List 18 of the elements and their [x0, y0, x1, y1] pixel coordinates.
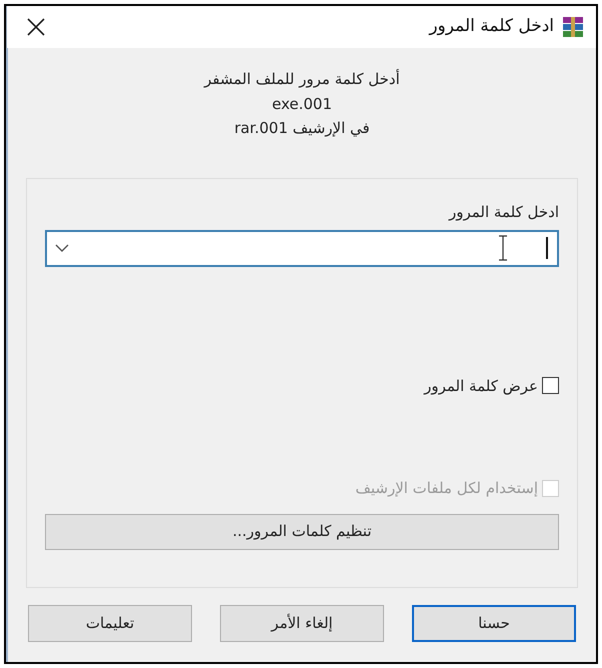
- checkbox[interactable]: [542, 377, 559, 394]
- archive-app-icon: [562, 16, 584, 38]
- checkbox-label: عرض كلمة المرور: [424, 376, 538, 397]
- field-label: ادخل كلمة المرور: [447, 202, 559, 223]
- message-line: exe.001: [272, 94, 332, 114]
- dialog-button[interactable]: تعليمات: [28, 605, 192, 642]
- password-combo-field[interactable]: [45, 230, 559, 266]
- window-title: ادخل كلمة المرور: [429, 15, 554, 38]
- dialog-button[interactable]: إلغاء الأمر: [220, 605, 384, 642]
- chevron-down-icon[interactable]: [55, 243, 69, 253]
- checkbox-label: إستخدام لكل ملفات الإرشيف: [355, 478, 538, 499]
- close-icon: [26, 17, 46, 37]
- message-line: أدخل كلمة مرور للملف المشفر: [204, 68, 400, 90]
- message-line: في الإرشيف rar.001: [234, 118, 370, 139]
- text-cursor-icon: [546, 237, 549, 259]
- dialog-button[interactable]: حسنا: [412, 605, 576, 642]
- i-beam-cursor-icon: [498, 235, 508, 261]
- organize-passwords-button[interactable]: تنظيم كلمات المرور...: [45, 514, 559, 550]
